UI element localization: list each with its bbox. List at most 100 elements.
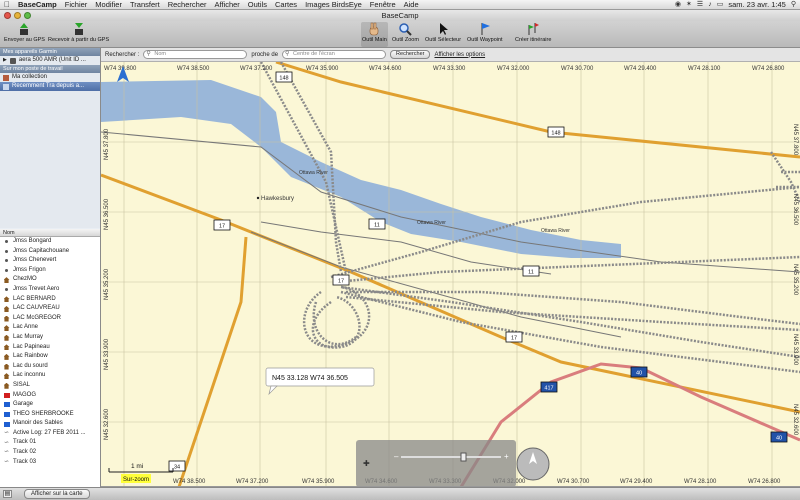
list-item[interactable]: ∽ Track 01 — [0, 438, 100, 448]
list-item[interactable]: ∽ Active Log: 27 FEB 2011 ... — [0, 429, 100, 439]
house-icon — [3, 296, 10, 303]
list-item[interactable]: Lac Rainbow — [0, 352, 100, 362]
road-shield: 148 — [547, 126, 565, 138]
list-item[interactable]: Lac Anne — [0, 323, 100, 333]
shield-number: 34 — [174, 465, 180, 471]
town-dot-icon — [256, 196, 260, 200]
list-item[interactable]: SISAL — [0, 381, 100, 391]
hand-tool-button[interactable]: Outil Main — [361, 22, 388, 47]
map-left-latitude-label: N45 33.900 — [104, 338, 110, 370]
list-item[interactable]: Manoir des Sables — [0, 419, 100, 429]
list-item-label: LAC BERNARD — [13, 295, 56, 302]
receive-gps-icon — [72, 22, 86, 36]
list-item-label: Jmss Bongard — [13, 238, 52, 244]
search-name-placeholder: Nom — [154, 51, 166, 57]
list-item[interactable]: ∽ Track 02 — [0, 448, 100, 458]
close-window-button[interactable] — [4, 12, 11, 19]
send-to-gps-button[interactable]: Envoyer au GPS — [4, 22, 45, 47]
shield-number: 11 — [374, 223, 380, 229]
highway-shield: 40 — [630, 366, 648, 378]
road-shield: 17 — [505, 331, 523, 343]
scale-bar: 1 mi — [108, 463, 174, 473]
list-item[interactable]: Lac du sourd — [0, 362, 100, 372]
list-item[interactable]: ∽ Track 03 — [0, 458, 100, 468]
map-top-longitude-label: W74 37.200 — [240, 66, 273, 72]
list-item[interactable]: MAGOG — [0, 391, 100, 401]
map-view[interactable]: 148 148 17 11 11 17 17 417 40 40 34 W74 39.800 W74 … — [101, 62, 800, 487]
point-icon — [3, 267, 10, 274]
menu-bar:  BaseCamp FichierModifierTransfertReche… — [0, 0, 800, 10]
waypoint-tool-label: Outil Waypoint — [467, 37, 503, 43]
sync-icon[interactable]: ◉ — [675, 0, 681, 10]
near-location-input[interactable]: ⚲ Centre de l'écran — [282, 50, 387, 59]
list-item[interactable]: Lac inconnu — [0, 371, 100, 381]
device-item[interactable]: ▶ aera 500 AMR (Unit ID ... — [0, 56, 100, 65]
map-bottom-longitude-label: W74 37.200 — [236, 479, 269, 485]
menu-aide[interactable]: Aide — [400, 0, 423, 10]
near-label: proche de — [251, 51, 279, 58]
minimize-window-button[interactable] — [14, 12, 21, 19]
wifi-icon[interactable]: ☰ — [697, 0, 703, 10]
disclosure-triangle-icon[interactable]: ▶ — [3, 56, 7, 65]
blue-flag-icon — [3, 401, 10, 408]
list-item[interactable]: Jmss Capitachouane — [0, 247, 100, 257]
recent-transfers-item[interactable]: Recemment Tra depuis a... — [0, 82, 100, 91]
list-item[interactable]: ChezMO — [0, 275, 100, 285]
zoom-window-button[interactable] — [24, 12, 31, 19]
blue-flag-icon — [3, 411, 10, 418]
map-top-longitude-label: W74 38.500 — [177, 66, 210, 72]
menu-outils[interactable]: Outils — [244, 0, 271, 10]
menu-transfert[interactable]: Transfert — [126, 0, 164, 10]
list-item[interactable]: LAC BERNARD — [0, 295, 100, 305]
apple-menu-icon[interactable]:  — [0, 0, 14, 10]
menu-modifier[interactable]: Modifier — [91, 0, 126, 10]
library-tree: Mes appareils Garmin ▶ aera 500 AMR (Uni… — [0, 48, 100, 228]
map-bottom-longitude-label: W74 26.800 — [748, 479, 781, 485]
menu-items: Fichier Modifier Transfert Rechercher Affich… — [61, 0, 423, 10]
shield-number: 417 — [544, 386, 553, 392]
menu-clock[interactable]: sam. 23 avr. 1:45 — [728, 0, 786, 10]
receive-from-gps-button[interactable]: Recevoir à partir du GPS — [48, 22, 109, 47]
list-item[interactable]: Jmss Bongard — [0, 237, 100, 247]
track-icon: ∽ — [3, 449, 10, 456]
search-button[interactable]: Rechercher — [390, 50, 431, 59]
list-column-name[interactable]: Nom — [0, 229, 100, 237]
create-route-button[interactable]: Créer itinéraire — [515, 22, 551, 47]
show-options-link[interactable]: Afficher les options — [434, 52, 485, 58]
search-name-input[interactable]: ⚲ Nom — [143, 50, 248, 59]
menu-cartes[interactable]: Cartes — [271, 0, 301, 10]
collection-item[interactable]: Ma collection — [0, 73, 100, 82]
menu-images-birdseye[interactable]: Images BirdsEye — [301, 0, 366, 10]
list-item[interactable]: Lac Papineau — [0, 343, 100, 353]
panel-toggle-icon[interactable]: ▤ — [3, 490, 12, 498]
menu-afficher[interactable]: Afficher — [211, 0, 244, 10]
volume-icon[interactable]: ♪ — [708, 0, 712, 10]
waypoint-tool-button[interactable]: Outil Waypoint — [467, 22, 503, 47]
list-item[interactable]: Garage — [0, 400, 100, 410]
spotlight-icon[interactable]: ⚲ — [791, 0, 796, 10]
map-top-longitude-label: W74 32.000 — [497, 66, 530, 72]
list-item-label: LAC CAUVREAU — [13, 305, 60, 312]
bluetooth-icon[interactable]: ✶ — [686, 0, 692, 10]
menu-fichier[interactable]: Fichier — [61, 0, 92, 10]
list-item[interactable]: THEO SHERBROOKE — [0, 410, 100, 420]
road-shield: 148 — [275, 71, 293, 83]
highway-shield: 417 — [540, 381, 558, 393]
show-on-map-button[interactable]: Afficher sur la carte — [24, 489, 90, 499]
track-icon: ∽ — [3, 430, 10, 437]
list-item[interactable]: Jmss Chenevert — [0, 256, 100, 266]
map-canvas[interactable]: 148 148 17 11 11 17 17 417 40 40 34 W74 39.800 W74 … — [101, 62, 800, 487]
selector-tool-button[interactable]: Outil Sélecteur — [425, 22, 461, 47]
list-item[interactable]: LAC McGREGOR — [0, 314, 100, 324]
list-item[interactable]: Lac Murray — [0, 333, 100, 343]
menu-rechercher[interactable]: Rechercher — [164, 0, 211, 10]
list-item[interactable]: LAC CAUVREAU — [0, 304, 100, 314]
list-item-label: LAC McGREGOR — [13, 314, 62, 321]
menu-fenêtre[interactable]: Fenêtre — [366, 0, 400, 10]
zoom-tool-button[interactable]: Outil Zoom — [392, 22, 419, 47]
menu-app[interactable]: BaseCamp — [14, 0, 61, 10]
list-item[interactable]: Jmss Frigon — [0, 266, 100, 276]
gps-tracks — [259, 62, 800, 374]
list-item[interactable]: Jmss Trevet Aero — [0, 285, 100, 295]
battery-icon[interactable]: ▭ — [717, 0, 724, 10]
